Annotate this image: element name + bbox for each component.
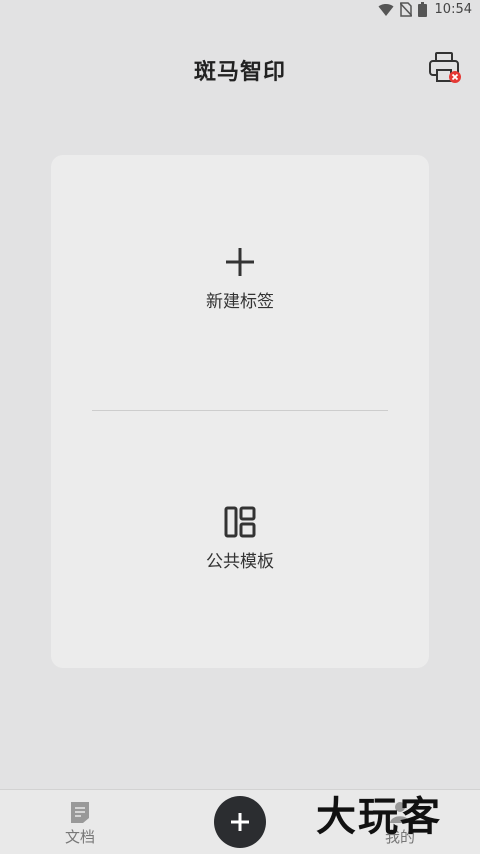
public-templates-button[interactable]: 公共模板 <box>51 505 429 572</box>
status-icons: 10:54 <box>378 2 472 17</box>
page-title: 斑马智印 <box>193 60 286 85</box>
printer-disconnected-icon <box>429 52 461 83</box>
templates-icon <box>224 506 256 538</box>
status-bar: 10:54 <box>0 0 480 24</box>
new-label-text: 新建标签 <box>206 292 274 312</box>
watermark-logo: 大玩客 <box>316 793 442 840</box>
tab-documents-label: 文档 <box>64 828 95 846</box>
status-time: 10:54 <box>434 2 472 17</box>
battery-icon <box>417 2 427 17</box>
document-icon <box>71 802 89 823</box>
tab-documents[interactable]: 文档 <box>40 800 120 847</box>
main-card: 新建标签 公共模板 <box>51 155 429 668</box>
card-divider <box>92 410 388 411</box>
no-sim-icon <box>399 2 412 17</box>
plus-icon <box>231 813 249 831</box>
plus-icon <box>226 248 254 276</box>
app-header: 斑马智印 <box>0 44 480 92</box>
printer-connect-button[interactable] <box>426 50 462 86</box>
wifi-icon <box>378 3 394 16</box>
new-label-button[interactable]: 新建标签 <box>51 245 429 312</box>
add-button[interactable] <box>214 796 266 848</box>
public-templates-text: 公共模板 <box>206 552 274 572</box>
